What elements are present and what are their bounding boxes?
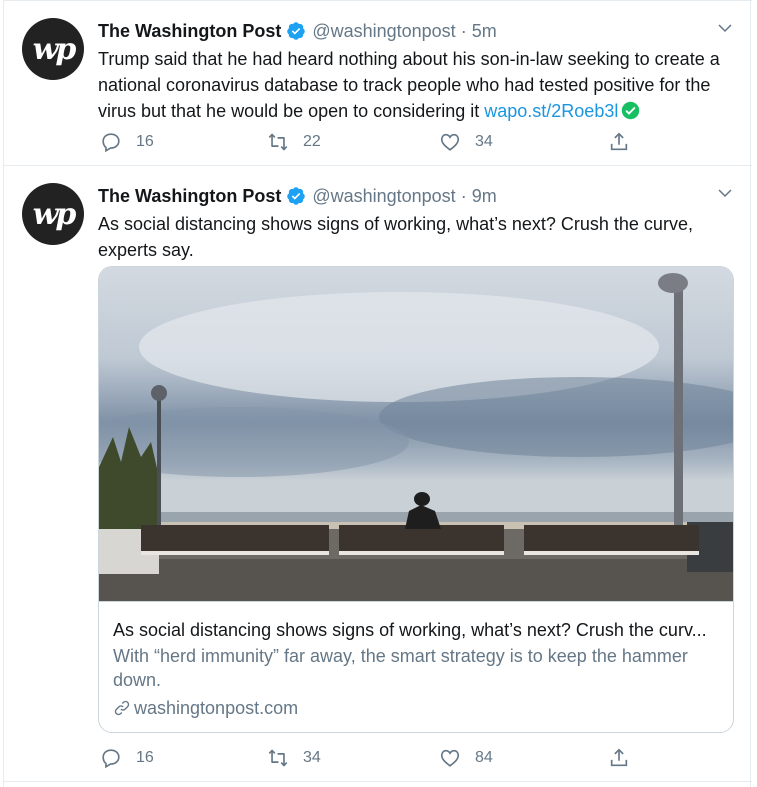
- retweet-icon: [267, 131, 289, 153]
- tweet-actions: 16 22 34: [98, 130, 638, 154]
- tweet-text: Trump said that he had heard nothing abo…: [98, 46, 738, 124]
- separator: ·: [460, 185, 467, 206]
- boardwalk-photo: [99, 267, 733, 601]
- retweet-icon: [267, 747, 289, 769]
- like-count: 34: [475, 133, 493, 150]
- retweet-count: 22: [303, 133, 321, 150]
- link-card-title: As social distancing shows signs of work…: [113, 620, 707, 640]
- link-card[interactable]: As social distancing shows signs of work…: [98, 266, 734, 733]
- author-name[interactable]: The Washington Post: [98, 21, 281, 42]
- check-circle-icon: [621, 101, 640, 120]
- tweet[interactable]: wp The Washington Post @washingtonpost ·…: [4, 0, 752, 166]
- chevron-down-icon[interactable]: [716, 184, 734, 202]
- reply-count: 16: [136, 133, 154, 150]
- retweet-button[interactable]: 22: [267, 131, 321, 153]
- avatar-logo-text: wp: [32, 31, 77, 67]
- tweet-actions: 16 34 84: [98, 746, 638, 770]
- timestamp[interactable]: 9m: [472, 186, 497, 207]
- like-button[interactable]: 34: [439, 131, 493, 153]
- separator: ·: [460, 20, 467, 41]
- share-icon: [608, 747, 630, 769]
- link-card-description: With “herd immunity” far away, the smart…: [113, 646, 688, 690]
- tweet-link[interactable]: wapo.st/2Roeb3l: [484, 101, 618, 121]
- reply-button[interactable]: 16: [100, 131, 154, 153]
- like-count: 84: [475, 749, 493, 766]
- reply-count: 16: [136, 749, 154, 766]
- link-card-domain: washingtonpost.com: [134, 698, 299, 718]
- avatar-logo-text: wp: [32, 196, 77, 232]
- timeline-feed: wp The Washington Post @washingtonpost ·…: [3, 0, 752, 787]
- share-icon: [608, 131, 630, 153]
- tweet-header: The Washington Post @washingtonpost · 9m: [98, 184, 497, 208]
- retweet-button[interactable]: 34: [267, 747, 321, 769]
- share-button[interactable]: [608, 131, 630, 153]
- share-button[interactable]: [608, 747, 630, 769]
- verified-badge-icon: [286, 186, 306, 206]
- link-card-domain-row: washingtonpost.com: [113, 696, 721, 720]
- author-name[interactable]: The Washington Post: [98, 186, 281, 207]
- tweet-header: The Washington Post @washingtonpost · 5m: [98, 19, 497, 43]
- avatar[interactable]: wp: [22, 183, 84, 245]
- author-handle[interactable]: @washingtonpost: [312, 186, 455, 207]
- reply-icon: [100, 747, 122, 769]
- link-icon: [113, 699, 131, 717]
- link-card-body: As social distancing shows signs of work…: [99, 601, 733, 732]
- like-button[interactable]: 84: [439, 747, 493, 769]
- tweet[interactable]: wp The Washington Post @washingtonpost ·…: [4, 166, 752, 782]
- author-handle[interactable]: @washingtonpost: [312, 21, 455, 42]
- verified-badge-icon: [286, 21, 306, 41]
- avatar[interactable]: wp: [22, 18, 84, 80]
- retweet-count: 34: [303, 749, 321, 766]
- timestamp[interactable]: 5m: [472, 21, 497, 42]
- like-icon: [439, 747, 461, 769]
- reply-icon: [100, 131, 122, 153]
- chevron-down-icon[interactable]: [716, 19, 734, 37]
- like-icon: [439, 131, 461, 153]
- reply-button[interactable]: 16: [100, 747, 154, 769]
- tweet-text: As social distancing shows signs of work…: [98, 214, 693, 260]
